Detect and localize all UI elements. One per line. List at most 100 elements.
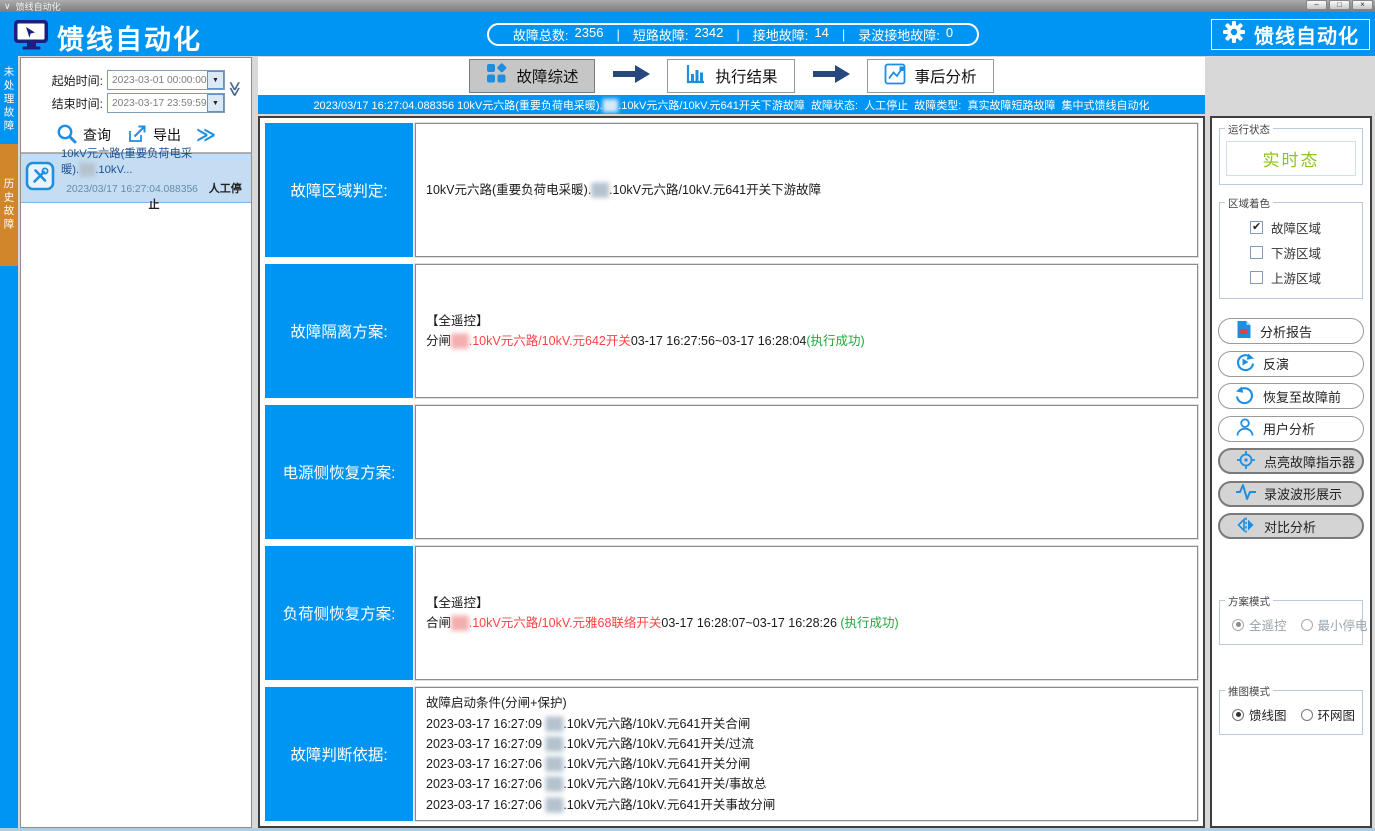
more-actions-chevron-icon[interactable]: ≫ — [196, 126, 216, 145]
end-time-label: 结束时间: — [43, 95, 103, 112]
close-button[interactable]: × — [1352, 0, 1373, 10]
area-coloring-group: 区域着色 故障区域 下游区域 上游区域 — [1219, 202, 1363, 299]
flow-arrow-icon — [611, 63, 651, 90]
side-tab-strip: 未处理故障 历史故障 — [0, 56, 18, 828]
app-window: ∨ 馈线自动化 – □ × 馈线自动化 故障总数:2356 | 短路故障 — [0, 0, 1375, 831]
fault-item-time: 2023/03/17 16:27:04.088356 — [66, 184, 198, 195]
header-right-badge: 馈线自动化 — [1211, 19, 1370, 50]
row-content-fault-judgement: 故障启动条件(分闸+保护)2023-03-17 16:27:09 ██.10kV… — [415, 687, 1198, 821]
stat-separator: | — [842, 27, 845, 42]
window-titlebar: ∨ 馈线自动化 – □ × — [0, 0, 1375, 12]
tab-post-analysis[interactable]: 事后分析 — [867, 59, 994, 93]
checkbox-downstream-area[interactable]: 下游区域 — [1226, 240, 1356, 265]
app-header: 馈线自动化 故障总数:2356 | 短路故障:2342 | 接地故障:14 | … — [0, 12, 1375, 56]
checkbox-icon[interactable] — [1250, 271, 1263, 284]
restore-icon — [1235, 385, 1255, 408]
map-mode-title: 推图模式 — [1225, 684, 1273, 699]
report-pdf-icon — [1235, 320, 1252, 342]
compare-analysis-button[interactable]: 对比分析 — [1218, 513, 1364, 539]
time-filter: 起始时间: 2023-03-01 00:00:00 ▼ 结束时间: 2023-0… — [21, 58, 251, 113]
waveform-icon — [1236, 482, 1256, 505]
fault-item-subtitle: 2023/03/17 16:27:04.088356 人工停止 — [61, 180, 247, 212]
compare-icon — [1236, 515, 1256, 538]
row-label-source-side-restore: 电源侧恢复方案: — [265, 405, 413, 539]
sidebar-tab-history-faults[interactable]: 历史故障 — [0, 144, 18, 266]
stat-separator: | — [736, 27, 739, 42]
detail-row: 负荷侧恢复方案: 【全遥控】合闸██.10kV元六路/10kV.元雅68联络开关… — [265, 546, 1198, 680]
tools-icon — [25, 161, 55, 196]
row-label-load-side-restore: 负荷侧恢复方案: — [265, 546, 413, 680]
radio-ring-map[interactable]: 环网图 — [1301, 705, 1356, 724]
header-badge-label: 馈线自动化 — [1254, 20, 1359, 49]
radio-icon[interactable] — [1232, 709, 1244, 721]
row-content-load-side-restore: 【全遥控】合闸██.10kV元六路/10kV.元雅68联络开关03-17 16:… — [415, 546, 1198, 680]
radio-min-outage: 最小停电 — [1301, 615, 1368, 634]
end-time-select[interactable]: 2023-03-17 23:59:59 ▼ — [107, 93, 225, 113]
tools-panel: 运行状态 实时态 区域着色 故障区域 下游区域 上游区域 — [1210, 116, 1372, 828]
gear-icon[interactable] — [1222, 20, 1246, 50]
start-time-select[interactable]: 2023-03-01 00:00:00 ▼ — [107, 70, 225, 90]
sidebar-tab-unprocessed-faults[interactable]: 未处理故障 — [0, 56, 18, 144]
checkbox-fault-area[interactable]: 故障区域 — [1226, 215, 1356, 240]
replay-button[interactable]: 反演 — [1218, 351, 1364, 377]
detail-row: 电源侧恢复方案: — [265, 405, 1198, 539]
fault-indicator-target-icon — [1236, 450, 1256, 473]
fault-summary-content: 故障区域判定: 10kV元六路(重要负荷电采暖).██.10kV元六路/10kV… — [258, 116, 1205, 828]
window-controls: – □ × — [1306, 0, 1373, 10]
workflow-tabs: 故障综述 执行结果 — [258, 57, 1205, 95]
row-content-isolation-plan: 【全遥控】分闸██.10kV元六路/10kV.元642开关03-17 16:27… — [415, 264, 1198, 398]
checkbox-icon[interactable] — [1250, 221, 1263, 234]
dropdown-arrow-icon[interactable]: ▼ — [207, 71, 224, 89]
tiles-icon — [486, 63, 507, 89]
row-label-fault-judgement: 故障判断依据: — [265, 687, 413, 821]
row-content-fault-area: 10kV元六路(重要负荷电采暖).██.10kV元六路/10kV.元641开关下… — [415, 123, 1198, 257]
checkbox-upstream-area[interactable]: 上游区域 — [1226, 265, 1356, 290]
maximize-button[interactable]: □ — [1329, 0, 1350, 10]
app-title: 馈线自动化 — [57, 18, 202, 57]
stat-separator: | — [616, 27, 619, 42]
stat-ground-faults: 接地故障:14 — [753, 25, 829, 44]
fault-item-title: 10kV元六路(重要负荷电采暖).██.10kV... — [61, 145, 247, 177]
collapse-filter-chevron-icon[interactable]: ≫ — [226, 81, 244, 97]
fault-stats-bar: 故障总数:2356 | 短路故障:2342 | 接地故障:14 | 录波接地故障… — [487, 23, 979, 46]
fault-list-item[interactable]: 10kV元六路(重要负荷电采暖).██.10kV... 2023/03/17 1… — [21, 153, 251, 203]
minimize-button[interactable]: – — [1306, 0, 1327, 10]
titlebar-chevron-icon[interactable]: ∨ — [4, 1, 11, 12]
run-status-group: 运行状态 实时态 — [1219, 128, 1363, 185]
stat-short-circuit-faults: 短路故障:2342 — [633, 25, 724, 44]
window-title: 馈线自动化 — [16, 0, 61, 13]
map-mode-group: 推图模式 馈线图 环网图 — [1219, 690, 1363, 735]
plan-mode-title: 方案模式 — [1225, 594, 1273, 609]
row-label-isolation-plan: 故障隔离方案: — [265, 264, 413, 398]
user-analysis-button[interactable]: 用户分析 — [1218, 416, 1364, 442]
stat-wave-ground-faults: 录波接地故障:0 — [858, 25, 953, 44]
waveform-display-button[interactable]: 录波波形展示 — [1218, 481, 1364, 507]
run-status-value: 实时态 — [1226, 141, 1356, 176]
tab-fault-summary[interactable]: 故障综述 — [469, 59, 595, 93]
flow-arrow-icon — [811, 63, 851, 90]
current-fault-info-bar: 2023/03/17 16:27:04.088356 10kV元六路(重要负荷电… — [258, 95, 1205, 114]
user-icon — [1235, 417, 1255, 440]
radio-icon[interactable] — [1301, 709, 1313, 721]
area-coloring-title: 区域着色 — [1225, 196, 1273, 211]
radio-icon — [1301, 619, 1313, 631]
dropdown-arrow-icon[interactable]: ▼ — [207, 94, 224, 112]
monitor-logo-icon — [13, 19, 50, 56]
detail-row: 故障隔离方案: 【全遥控】分闸██.10kV元六路/10kV.元642开关03-… — [265, 264, 1198, 398]
light-fault-indicator-button[interactable]: 点亮故障指示器 — [1218, 448, 1364, 474]
tab-execution-result[interactable]: 执行结果 — [667, 59, 794, 93]
replay-icon — [1235, 352, 1255, 375]
plan-mode-group: 方案模式 全遥控 最小停电 — [1219, 600, 1363, 645]
row-label-fault-area: 故障区域判定: — [265, 123, 413, 257]
checkbox-icon[interactable] — [1250, 246, 1263, 259]
analysis-report-button[interactable]: 分析报告 — [1218, 318, 1364, 344]
fault-query-panel: 起始时间: 2023-03-01 00:00:00 ▼ 结束时间: 2023-0… — [20, 57, 252, 828]
start-time-label: 起始时间: — [43, 72, 103, 89]
radio-full-remote: 全遥控 — [1232, 615, 1287, 634]
main-area: 故障综述 执行结果 — [258, 57, 1205, 828]
radio-feeder-map[interactable]: 馈线图 — [1232, 705, 1287, 724]
radio-icon — [1232, 619, 1244, 631]
stat-total-faults: 故障总数:2356 — [513, 25, 604, 44]
detail-row: 故障区域判定: 10kV元六路(重要负荷电采暖).██.10kV元六路/10kV… — [265, 123, 1198, 257]
restore-pre-fault-button[interactable]: 恢复至故障前 — [1218, 383, 1364, 409]
